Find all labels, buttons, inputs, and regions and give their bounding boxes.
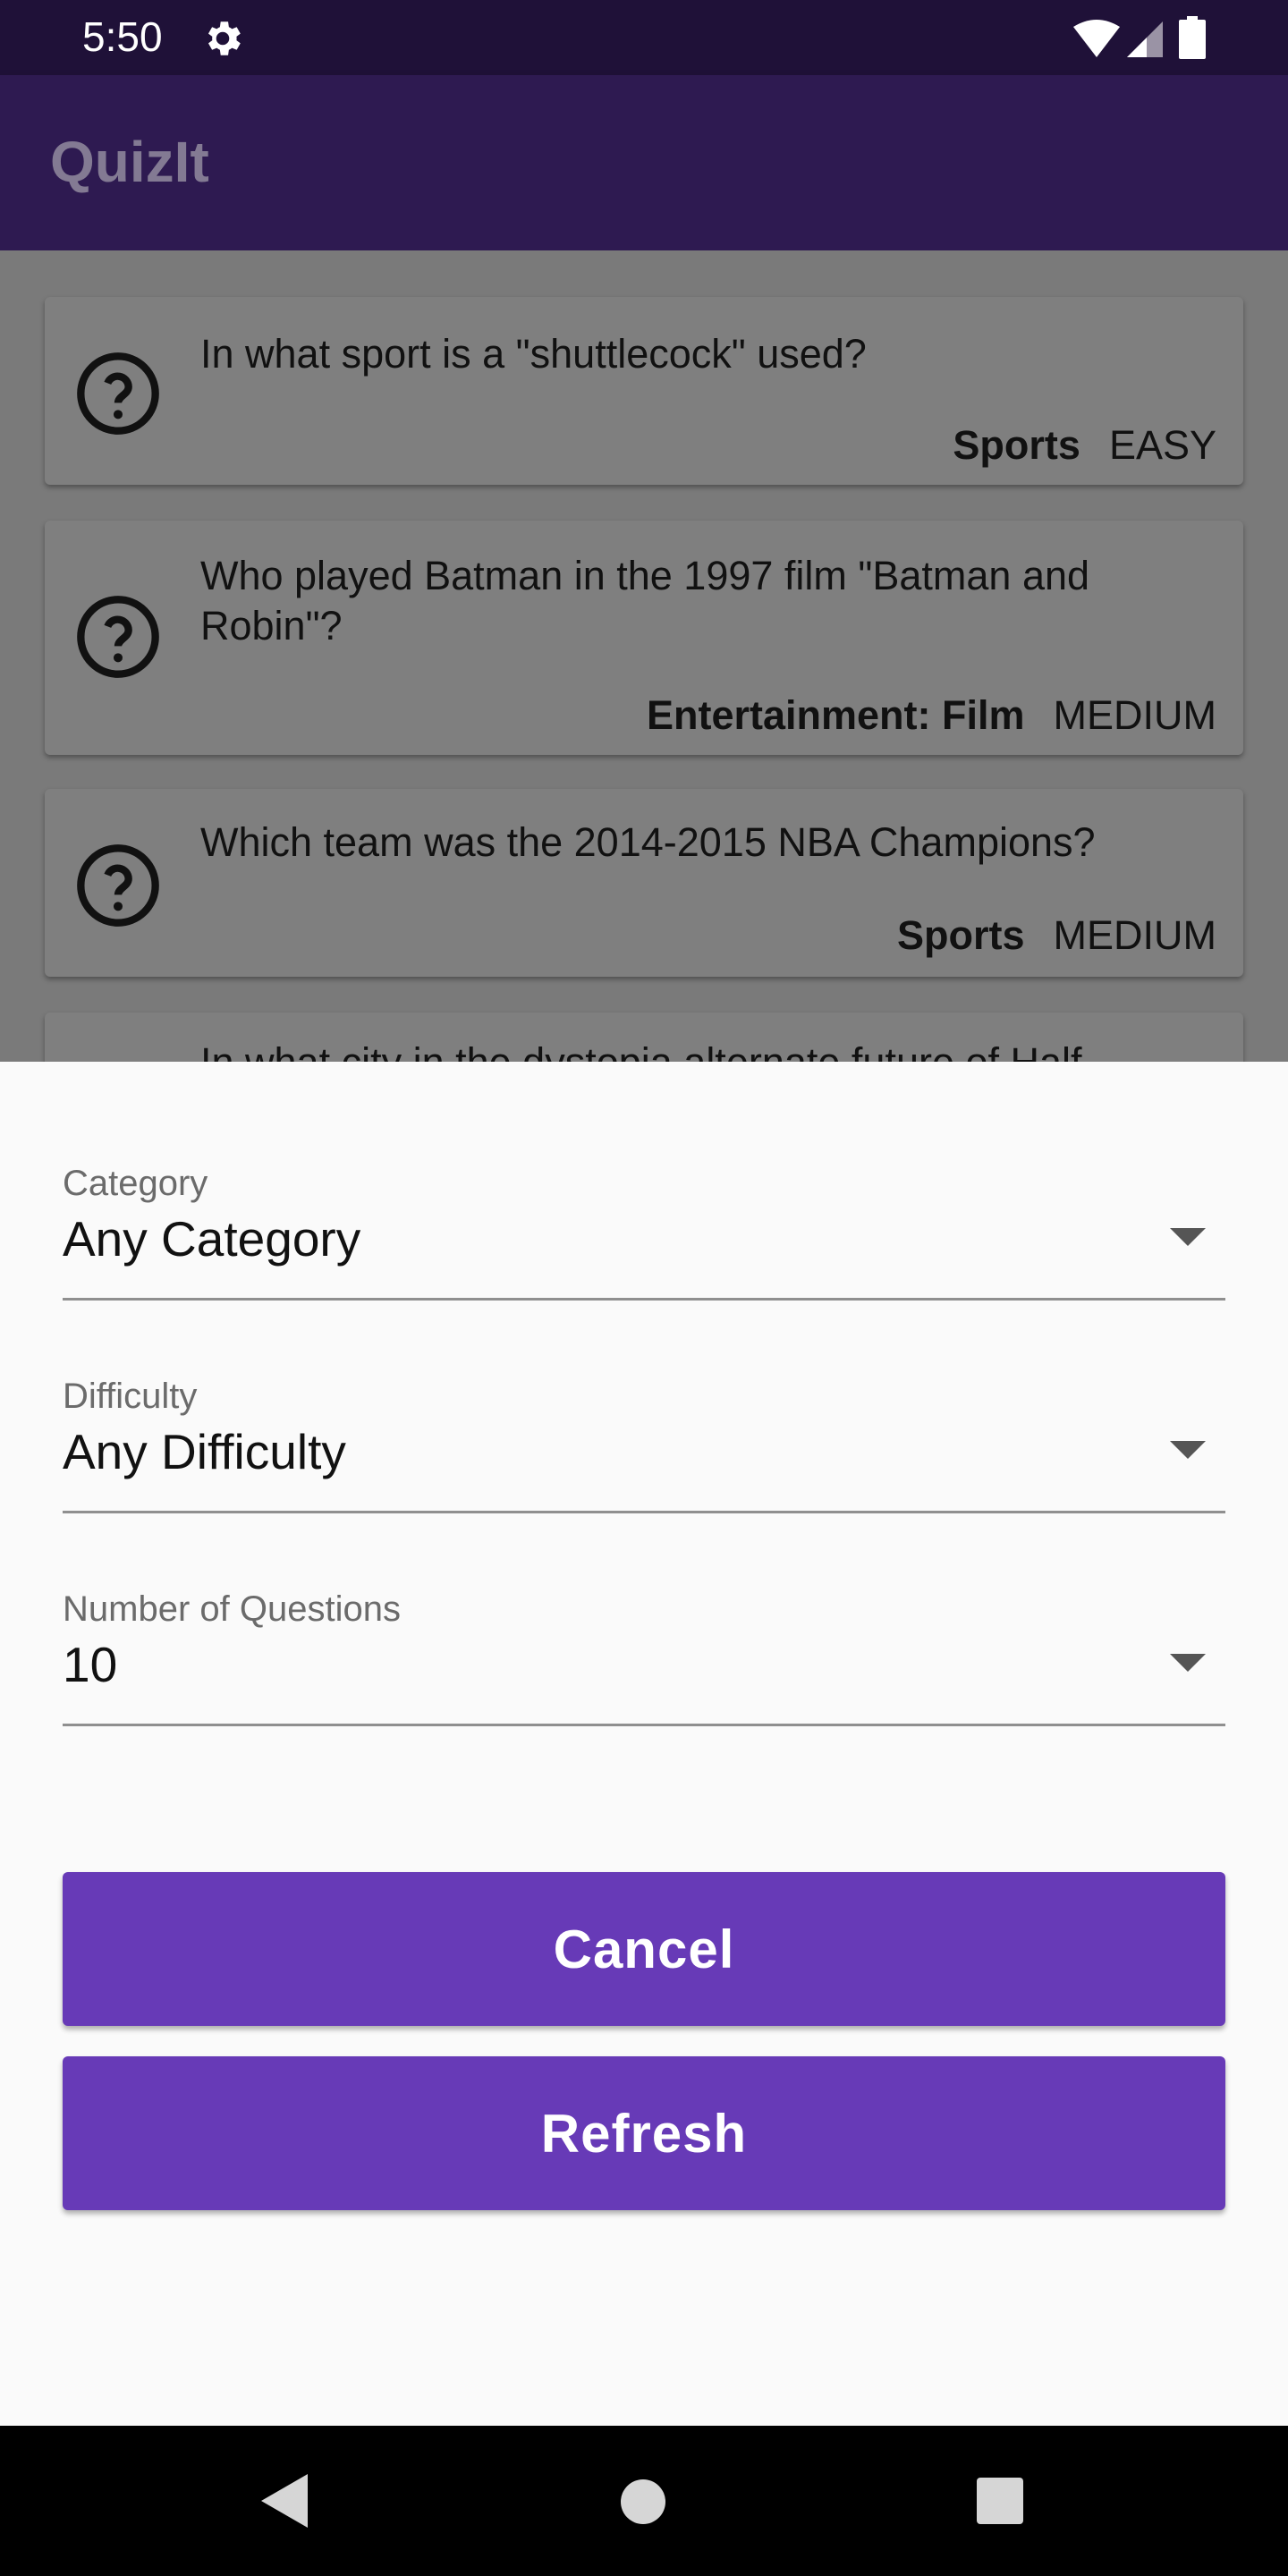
- question-text: In what sport is a "shuttlecock" used?: [200, 331, 867, 377]
- category-label: Category: [63, 1164, 208, 1203]
- question-text: Who played Batman in the 1997 film "Batm…: [200, 553, 1090, 648]
- dropdown-arrow-icon: [1170, 1228, 1206, 1246]
- settings-gear-icon: [208, 21, 241, 55]
- help-circle-icon: [77, 596, 159, 678]
- question-count-dropdown[interactable]: Number of Questions 10: [63, 1589, 1225, 1726]
- question-difficulty: EASY: [1108, 422, 1216, 468]
- system-nav-bar: [0, 2426, 1288, 2576]
- nav-recents-icon[interactable]: [977, 2478, 1023, 2524]
- question-card[interactable]: Who played Batman in the 1997 film "Batm…: [45, 521, 1243, 755]
- status-time: 5:50: [82, 13, 163, 60]
- status-bar: 5:50: [0, 0, 1288, 75]
- nav-home-icon[interactable]: [621, 2479, 665, 2524]
- question-count-label: Number of Questions: [63, 1589, 401, 1629]
- question-meta: Sports EASY: [953, 422, 1216, 469]
- wifi-signal-icon: [1073, 20, 1163, 57]
- question-difficulty: MEDIUM: [1053, 692, 1216, 738]
- question-category: Sports: [953, 422, 1080, 468]
- question-meta: Entertainment: Film MEDIUM: [647, 692, 1216, 739]
- question-text: In what city in the dystopia alternate f…: [200, 1038, 1216, 1062]
- app-title: QuizIt: [50, 130, 209, 194]
- help-circle-icon: [77, 352, 159, 435]
- category-dropdown[interactable]: Category Any Category: [63, 1164, 1225, 1301]
- question-list[interactable]: In what sport is a "shuttlecock" used? S…: [0, 250, 1288, 1062]
- question-category: Sports: [897, 912, 1025, 958]
- difficulty-label: Difficulty: [63, 1377, 198, 1416]
- help-circle-icon: [77, 844, 159, 927]
- refresh-button[interactable]: Refresh: [63, 2056, 1225, 2210]
- question-meta: Sports MEDIUM: [897, 912, 1216, 959]
- question-category: Entertainment: Film: [646, 692, 1025, 738]
- difficulty-dropdown[interactable]: Difficulty Any Difficulty: [63, 1377, 1225, 1513]
- dropdown-arrow-icon: [1170, 1654, 1206, 1672]
- app-bar: QuizIt: [0, 75, 1288, 250]
- question-card[interactable]: In what sport is a "shuttlecock" used? S…: [45, 297, 1243, 485]
- difficulty-value: Any Difficulty: [63, 1424, 346, 1479]
- nav-back-icon[interactable]: [261, 2474, 308, 2528]
- filter-bottom-sheet: Category Any Category Difficulty Any Dif…: [0, 1062, 1288, 2426]
- question-difficulty: MEDIUM: [1053, 912, 1216, 958]
- question-card[interactable]: In what city in the dystopia alternate f…: [45, 1013, 1243, 1062]
- question-card[interactable]: Which team was the 2014-2015 NBA Champio…: [45, 789, 1243, 977]
- cancel-button[interactable]: Cancel: [63, 1872, 1225, 2026]
- battery-icon: [1179, 16, 1206, 59]
- question-count-value: 10: [63, 1637, 118, 1692]
- category-value: Any Category: [63, 1211, 361, 1267]
- question-text: Which team was the 2014-2015 NBA Champio…: [200, 819, 1096, 865]
- dropdown-arrow-icon: [1170, 1441, 1206, 1459]
